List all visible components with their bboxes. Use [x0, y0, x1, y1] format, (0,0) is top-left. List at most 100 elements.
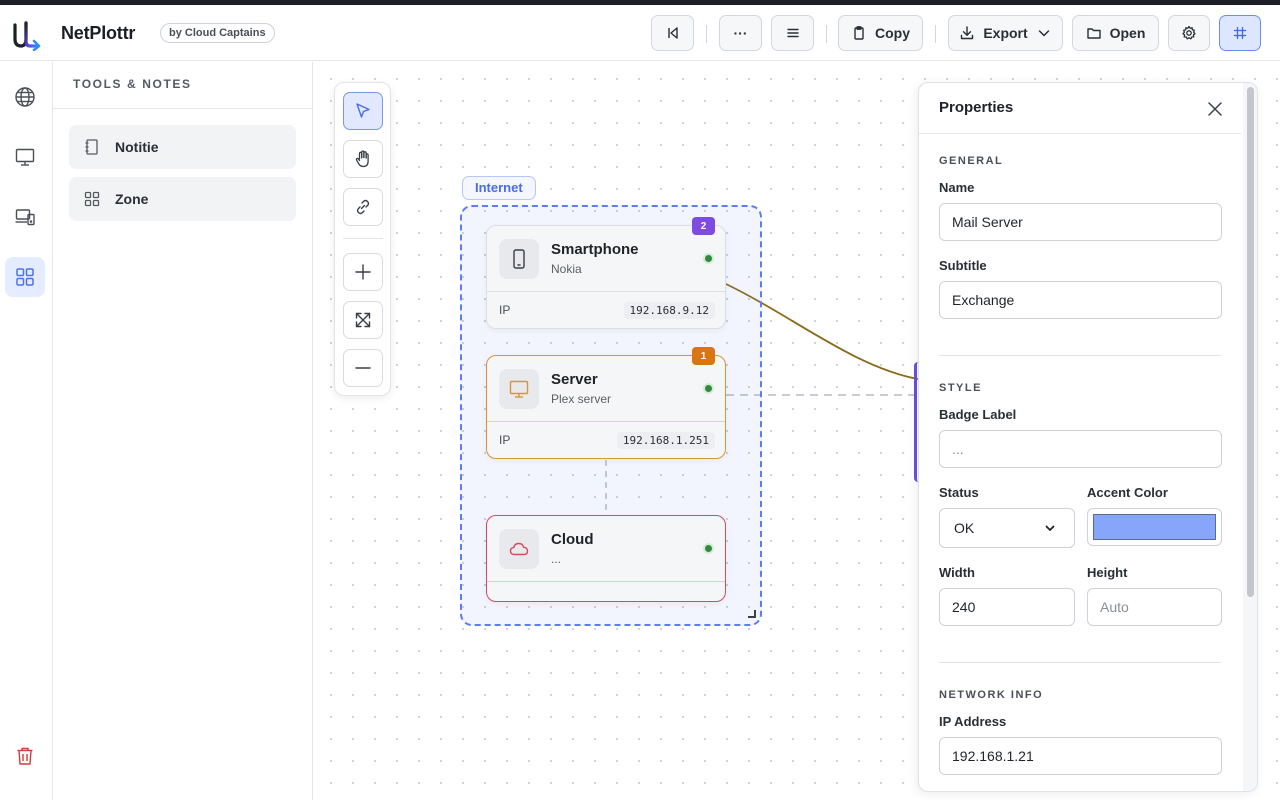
status-indicator: [703, 383, 714, 394]
select-tool-button[interactable]: [343, 92, 383, 130]
copy-button[interactable]: Copy: [838, 15, 923, 51]
sidebar-item-internet[interactable]: [5, 77, 45, 117]
ip-label: IP: [499, 433, 511, 447]
dots-label: ···: [733, 25, 748, 41]
properties-panel: Properties GENERAL Name Subtitle STYLE B…: [918, 82, 1258, 792]
pan-tool-button[interactable]: [343, 140, 383, 178]
app-header: NetPlottr by Cloud Captains ··· Copy Exp…: [0, 5, 1280, 61]
tool-item-label: Zone: [115, 191, 149, 207]
panel-divider: [919, 133, 1241, 134]
node-title: Cloud: [551, 531, 594, 548]
sidebar-item-tools[interactable]: [5, 257, 45, 297]
node-subtitle: ...: [551, 552, 562, 566]
node-cloud[interactable]: Cloud ...: [486, 515, 726, 602]
zone-label[interactable]: Internet: [462, 176, 536, 200]
section-divider: [939, 662, 1221, 663]
accent-color-swatch: [1093, 514, 1216, 540]
zone-resize-handle[interactable]: [748, 610, 756, 618]
header-divider: [826, 25, 827, 43]
zoom-out-button[interactable]: [343, 349, 383, 387]
link-icon: [356, 199, 370, 215]
zoom-in-button[interactable]: [343, 253, 383, 291]
node-subtitle: Plex server: [551, 392, 612, 406]
export-label: Export: [983, 25, 1028, 41]
chevron-down-icon: [1038, 30, 1049, 37]
subtitle-label: Subtitle: [939, 258, 987, 273]
notebook-icon: [85, 139, 98, 155]
grid-toggle-button[interactable]: [1219, 15, 1261, 51]
tools-notes-panel: TOOLS & NOTES Notitie Zone: [53, 62, 313, 800]
section-heading-style: STYLE: [939, 382, 982, 394]
byline-badge: by Cloud Captains: [160, 23, 275, 43]
status-selected-value: OK: [954, 520, 975, 536]
width-label: Width: [939, 565, 975, 580]
grid-icon: [84, 191, 100, 207]
canvas-toolbar: [334, 82, 391, 396]
ip-address-input[interactable]: [939, 737, 1222, 775]
ip-value: 192.168.1.251: [616, 432, 715, 449]
accent-color-picker[interactable]: [1087, 508, 1222, 546]
section-heading-network: NETWORK INFO: [939, 689, 1044, 701]
open-button[interactable]: Open: [1072, 15, 1159, 51]
more-options-button[interactable]: ···: [719, 15, 762, 51]
chevron-down-icon: [1045, 525, 1055, 531]
copy-label: Copy: [875, 25, 910, 41]
plus-icon: [355, 264, 371, 280]
height-input[interactable]: [1087, 588, 1222, 626]
devices-icon: [15, 209, 35, 226]
download-icon: [961, 26, 974, 40]
settings-button[interactable]: [1168, 15, 1210, 51]
ip-value: 192.168.9.12: [623, 302, 715, 319]
grid-icon: [16, 268, 34, 286]
height-label: Height: [1087, 565, 1128, 580]
scrollbar-thumb[interactable]: [1247, 87, 1254, 597]
name-input[interactable]: [939, 203, 1222, 241]
cloud-icon: [509, 542, 529, 556]
node-server[interactable]: 1 Server Plex server IP 192.168.1.251: [486, 347, 726, 459]
subtitle-input[interactable]: [939, 281, 1222, 319]
width-input[interactable]: [939, 588, 1075, 626]
menu-lines-icon: [786, 28, 799, 38]
panel-title: TOOLS & NOTES: [73, 77, 192, 91]
section-divider: [939, 355, 1221, 356]
close-button[interactable]: [1203, 97, 1227, 121]
netplottr-logo-icon: [13, 21, 41, 51]
clipboard-icon: [854, 26, 864, 40]
export-button[interactable]: Export: [948, 15, 1063, 51]
globe-icon: [15, 87, 35, 107]
skip-back-icon: [667, 27, 678, 39]
open-label: Open: [1109, 25, 1146, 41]
node-badge: 2: [692, 217, 715, 235]
ip-label: IP: [499, 303, 511, 317]
header-divider: [706, 25, 707, 43]
connect-tool-button[interactable]: [343, 188, 383, 226]
accent-color-label: Accent Color: [1087, 485, 1168, 500]
close-icon: [1208, 102, 1222, 116]
node-icon-box: [499, 529, 539, 569]
delete-button[interactable]: [5, 736, 45, 776]
menu-button[interactable]: [771, 15, 814, 51]
fit-view-button[interactable]: [343, 301, 383, 339]
monitor-icon: [15, 148, 35, 166]
header-divider: [935, 25, 936, 43]
gear-icon: [1182, 25, 1196, 40]
smartphone-icon: [513, 249, 525, 269]
expand-icon: [355, 312, 371, 328]
sidebar-rail: [0, 62, 53, 800]
panel-title: Properties: [939, 99, 1014, 116]
skip-back-button[interactable]: [651, 15, 694, 51]
badge-label-label: Badge Label: [939, 407, 1017, 422]
node-icon-box: [499, 369, 539, 409]
minus-icon: [355, 367, 371, 369]
badge-label-input[interactable]: [939, 430, 1222, 468]
sidebar-item-hardware[interactable]: [5, 197, 45, 237]
status-select[interactable]: OK: [939, 508, 1075, 548]
status-indicator: [703, 253, 714, 264]
node-title: Server: [551, 371, 598, 388]
sidebar-item-devices[interactable]: [5, 137, 45, 177]
app-brand: NetPlottr: [61, 23, 136, 43]
tool-item-note[interactable]: Notitie: [69, 125, 296, 169]
tool-item-zone[interactable]: Zone: [69, 177, 296, 221]
node-smartphone[interactable]: 2 Smartphone Nokia IP 192.168.9.12: [486, 217, 726, 329]
ip-address-label: IP Address: [939, 714, 1007, 729]
